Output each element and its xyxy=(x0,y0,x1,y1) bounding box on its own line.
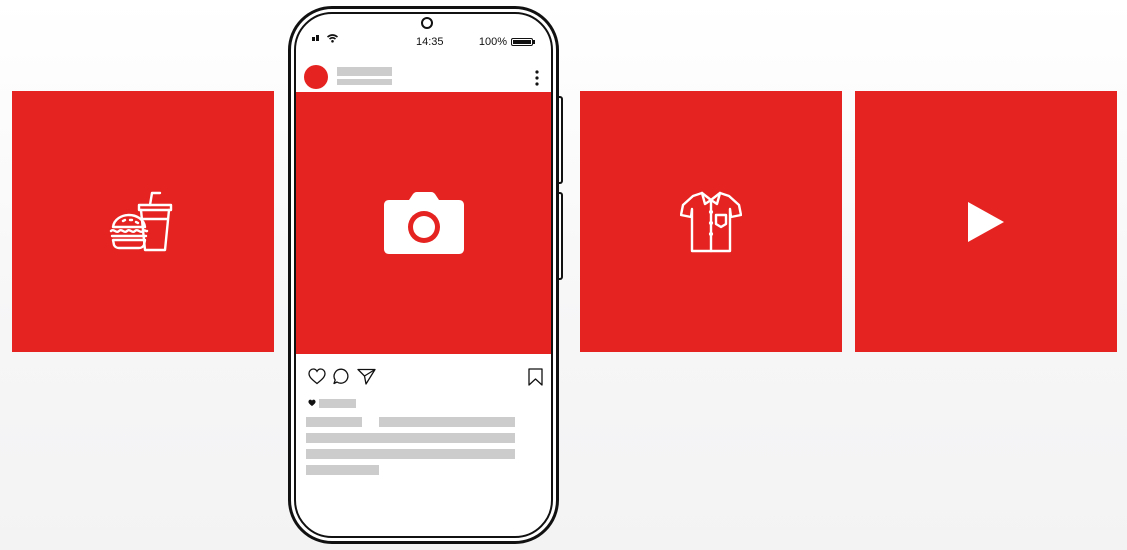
likes-count-placeholder xyxy=(319,399,356,408)
username-placeholder[interactable] xyxy=(337,67,392,76)
avatar[interactable] xyxy=(304,65,328,89)
shirt-icon xyxy=(680,191,742,252)
signal-icon xyxy=(312,35,319,41)
post-image[interactable] xyxy=(296,92,551,354)
comment-icon[interactable] xyxy=(333,368,350,385)
camera-icon xyxy=(383,192,464,254)
send-icon[interactable] xyxy=(357,368,376,385)
phone-screen: 14:35 100% xyxy=(294,12,553,538)
tile-fashion[interactable] xyxy=(580,91,842,352)
post-header xyxy=(304,64,547,94)
more-options-icon[interactable] xyxy=(535,70,539,86)
subtitle-placeholder xyxy=(337,79,392,85)
status-time: 14:35 xyxy=(416,36,444,48)
caption-line xyxy=(306,465,379,475)
battery-percent: 100% xyxy=(478,36,507,48)
caption-line xyxy=(379,417,515,427)
caption-line xyxy=(306,433,515,443)
caption-username-placeholder[interactable] xyxy=(306,417,362,427)
heart-icon[interactable] xyxy=(308,368,326,385)
wifi-icon xyxy=(327,34,338,43)
play-icon xyxy=(968,201,1004,242)
food-drink-icon xyxy=(109,191,173,251)
caption-line xyxy=(306,449,515,459)
phone-mockup: 14:35 100% xyxy=(288,6,565,550)
front-camera-icon xyxy=(421,17,433,29)
battery-icon xyxy=(511,38,535,46)
tile-video[interactable] xyxy=(855,91,1117,352)
bookmark-icon[interactable] xyxy=(528,368,543,386)
post-actions xyxy=(306,368,546,390)
heart-small-icon xyxy=(308,399,316,407)
tile-food[interactable] xyxy=(12,91,274,352)
